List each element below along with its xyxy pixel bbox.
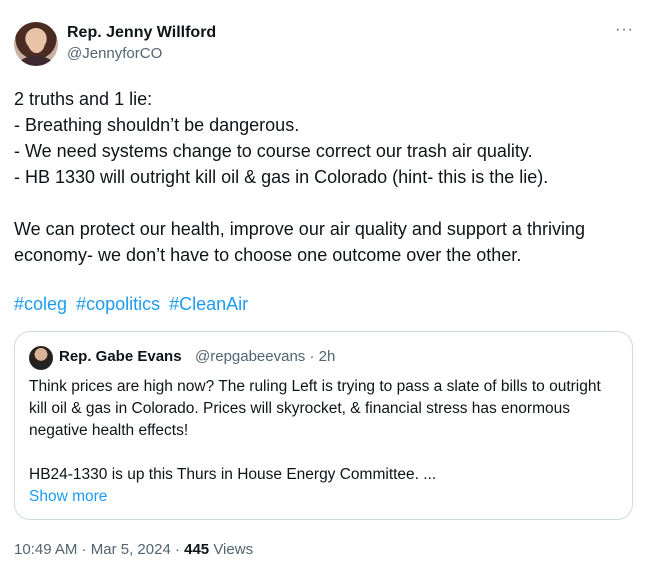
views-label: Views	[213, 541, 254, 558]
tweet-text: 2 truths and 1 lie: - Breathing shouldn’…	[14, 89, 585, 265]
quoted-author-name: Rep. Gabe Evans	[59, 348, 182, 365]
author-avatar[interactable]	[14, 22, 58, 66]
quoted-tweet-age: 2h	[318, 348, 336, 365]
quoted-author-avatar	[29, 346, 53, 370]
tweet-date[interactable]: Mar 5, 2024	[91, 541, 171, 558]
hashtag-link[interactable]: #coleg	[14, 294, 67, 314]
tweet-footer: 10:49 AM · Mar 5, 2024 · 445 Views	[14, 540, 253, 560]
more-options-icon[interactable]: ···	[615, 22, 634, 38]
avatar-shirt	[19, 56, 53, 66]
show-more-link[interactable]: Show more	[29, 486, 107, 508]
quoted-meta: @repgabeevans · 2h	[195, 347, 335, 367]
quoted-author-handle: @repgabeevans	[195, 348, 306, 365]
author-display-name[interactable]: Rep. Jenny Willford	[67, 23, 216, 43]
meta-separator: ·	[309, 348, 315, 365]
footer-separator: ·	[174, 541, 180, 558]
views-count: 445	[184, 541, 210, 558]
hashtag-link[interactable]: #copolitics	[76, 294, 160, 314]
quoted-tweet-card[interactable]: Rep. Gabe Evans @repgabeevans · 2h Think…	[14, 331, 633, 520]
tweet-time[interactable]: 10:49 AM	[14, 541, 77, 558]
hashtag-link[interactable]: #CleanAir	[169, 294, 248, 314]
author-handle[interactable]: @JennyforCO	[67, 44, 162, 64]
footer-separator: ·	[81, 541, 87, 558]
hashtag-list: #coleg #copolitics #CleanAir	[14, 291, 252, 317]
avatar-face	[28, 32, 45, 53]
quoted-tweet-text: Think prices are high now? The ruling Le…	[29, 378, 601, 483]
